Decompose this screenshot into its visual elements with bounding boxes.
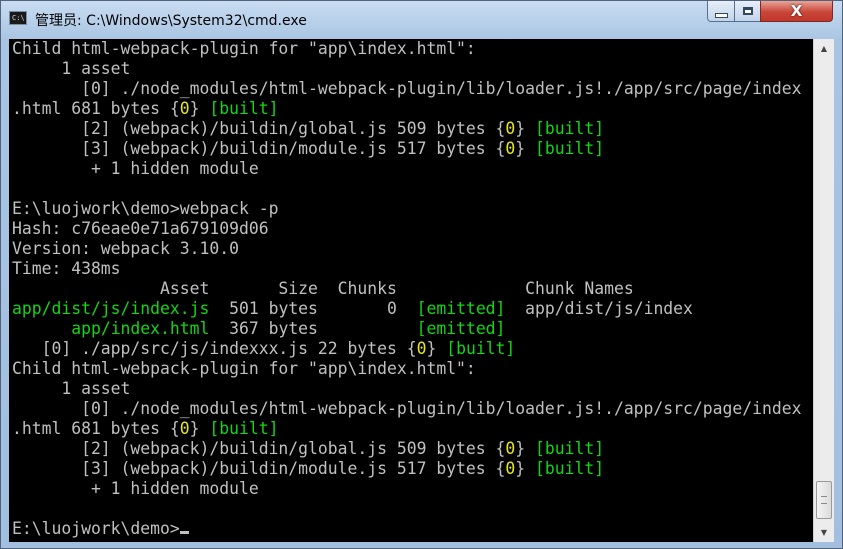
- scroll-up-button[interactable]: ▲: [815, 40, 833, 57]
- console-text-yellow: 0: [505, 119, 516, 138]
- console-text: .html 681 bytes {: [12, 99, 180, 118]
- console-line: 1 asset: [9, 379, 813, 399]
- close-button[interactable]: X: [760, 1, 833, 22]
- console-line: Time: 438ms: [9, 259, 813, 279]
- console-line: + 1 hidden module: [9, 479, 813, 499]
- console-text: + 1 hidden module: [12, 159, 259, 178]
- console-text-yellow: 0: [505, 439, 516, 458]
- console-text: .html 681 bytes {: [12, 419, 180, 438]
- console-text: }: [515, 439, 536, 458]
- console-line: + 1 hidden module: [9, 159, 813, 179]
- console-text-yellow: 0: [505, 459, 516, 478]
- console-text: }: [189, 99, 210, 118]
- console-text: [3] (webpack)/buildin/module.js 517 byte…: [12, 459, 506, 478]
- console-line: Hash: c76eae0e71a679109d06: [9, 219, 813, 239]
- console-text-green: [emitted]: [416, 299, 506, 318]
- console-line: .html 681 bytes {0} [built]: [9, 419, 813, 439]
- console-text: Hash: c76eae0e71a679109d06: [12, 219, 269, 238]
- console-text-green: [built]: [535, 459, 605, 478]
- console-text-green: [built]: [535, 119, 605, 138]
- console-text: [2] (webpack)/buildin/global.js 509 byte…: [12, 119, 506, 138]
- console-text: }: [189, 419, 210, 438]
- console-line: Child html-webpack-plugin for "app\index…: [9, 359, 813, 379]
- console-text-green: [emitted]: [416, 319, 506, 338]
- console-text: [0] ./node_modules/html-webpack-plugin/l…: [12, 399, 802, 418]
- arrow-down-icon: ▼: [820, 528, 828, 537]
- console-text-yellow: 0: [416, 339, 427, 358]
- maximize-icon: [742, 7, 753, 15]
- console-line: [2] (webpack)/buildin/global.js 509 byte…: [9, 439, 813, 459]
- console-line: 1 asset: [9, 59, 813, 79]
- console-text: [0] ./app/src/js/indexxx.js 22 bytes {: [12, 339, 417, 358]
- console-text: [2] (webpack)/buildin/global.js 509 byte…: [12, 439, 506, 458]
- console-text: E:\luojwork\demo>webpack -p: [12, 199, 279, 218]
- console-line: E:\luojwork\demo>: [9, 519, 813, 539]
- vertical-scrollbar[interactable]: ▲ ▼: [813, 39, 834, 542]
- scroll-down-button[interactable]: ▼: [815, 524, 833, 541]
- console-line: E:\luojwork\demo>webpack -p: [9, 199, 813, 219]
- console-text: + 1 hidden module: [12, 479, 259, 498]
- console-text-yellow: 0: [179, 99, 190, 118]
- console-text: 501 bytes 0: [209, 299, 417, 318]
- console-text: Child html-webpack-plugin for "app\index…: [12, 359, 476, 378]
- console-text: Child html-webpack-plugin for "app\index…: [12, 39, 476, 58]
- console-line: [0] ./app/src/js/indexxx.js 22 bytes {0}…: [9, 339, 813, 359]
- text-cursor: [179, 531, 189, 534]
- console-text-green: [built]: [209, 99, 279, 118]
- console-line: [3] (webpack)/buildin/module.js 517 byte…: [9, 139, 813, 159]
- maximize-button[interactable]: [734, 1, 761, 22]
- console-text: Version: webpack 3.10.0: [12, 239, 239, 258]
- console-text-green: [built]: [446, 339, 516, 358]
- arrow-up-icon: ▲: [820, 44, 828, 53]
- console-line: [0] ./node_modules/html-webpack-plugin/l…: [9, 79, 813, 99]
- console-line: [0] ./node_modules/html-webpack-plugin/l…: [9, 399, 813, 419]
- console-line: app/dist/js/index.js 501 bytes 0 [emitte…: [9, 299, 813, 319]
- console-line: [2] (webpack)/buildin/global.js 509 byte…: [9, 119, 813, 139]
- console-line: app/index.html 367 bytes [emitted]: [9, 319, 813, 339]
- console-text-green: app/index.html: [71, 319, 210, 338]
- console-text-yellow: 0: [505, 139, 516, 158]
- console-text: app/dist/js/index: [505, 299, 693, 318]
- console-text: 367 bytes: [209, 319, 417, 338]
- console-text: [0] ./node_modules/html-webpack-plugin/l…: [12, 79, 802, 98]
- cmd-window: C:\ 管理员: C:\Windows\System32\cmd.exe X C…: [0, 0, 843, 549]
- minimize-button[interactable]: [707, 1, 735, 22]
- console-text: }: [515, 119, 536, 138]
- console-line: Child html-webpack-plugin for "app\index…: [9, 39, 813, 59]
- close-icon: X: [790, 2, 803, 20]
- console-text: 1 asset: [12, 59, 131, 78]
- console-line: .html 681 bytes {0} [built]: [9, 99, 813, 119]
- console-text-yellow: 0: [179, 419, 190, 438]
- console-line: Version: webpack 3.10.0: [9, 239, 813, 259]
- console-text-green: app/dist/js/index.js: [12, 299, 210, 318]
- console-text: }: [515, 459, 536, 478]
- console-text: [3] (webpack)/buildin/module.js 517 byte…: [12, 139, 506, 158]
- console-text: }: [515, 139, 536, 158]
- console-text-green: [built]: [535, 139, 605, 158]
- console-text: Asset Size Chunks Chunk Names: [12, 279, 634, 298]
- console-text: Time: 438ms: [12, 259, 121, 278]
- console-text: }: [426, 339, 447, 358]
- console-output[interactable]: Child html-webpack-plugin for "app\index…: [9, 39, 813, 542]
- console-text: 1 asset: [12, 379, 131, 398]
- scrollbar-thumb[interactable]: [816, 481, 832, 519]
- console-text-green: [built]: [535, 439, 605, 458]
- console-line: Asset Size Chunks Chunk Names: [9, 279, 813, 299]
- console-text-green: [built]: [209, 419, 279, 438]
- minimize-icon: [714, 12, 728, 18]
- cmd-app-icon[interactable]: C:\: [9, 11, 27, 25]
- console-text: E:\luojwork\demo>: [12, 519, 180, 538]
- console-line: [3] (webpack)/buildin/module.js 517 byte…: [9, 459, 813, 479]
- window-title: 管理员: C:\Windows\System32\cmd.exe: [35, 13, 307, 29]
